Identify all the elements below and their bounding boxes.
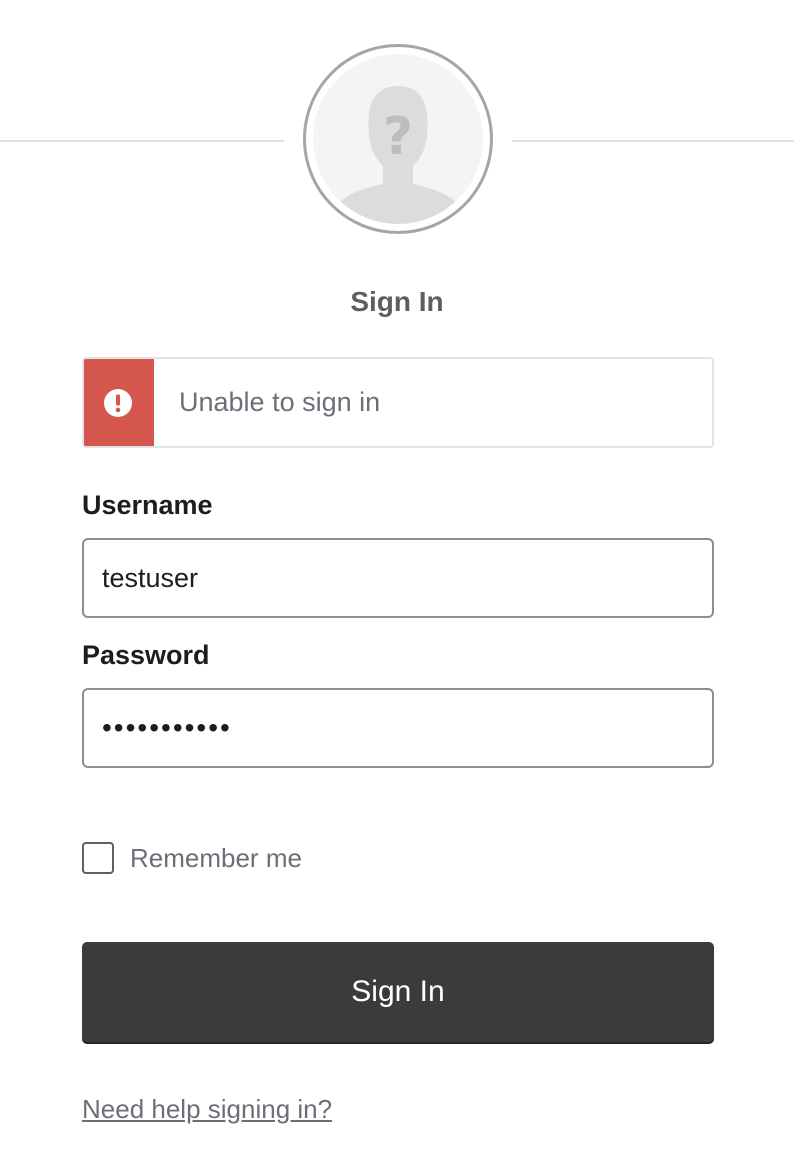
unknown-user-icon: ? xyxy=(323,86,473,224)
password-label: Password xyxy=(82,640,210,670)
remember-me[interactable]: Remember me xyxy=(82,842,302,874)
error-banner: Unable to sign in xyxy=(82,357,714,448)
help-link[interactable]: Need help signing in? xyxy=(82,1094,332,1125)
header-divider-right xyxy=(512,140,794,142)
svg-text:?: ? xyxy=(383,107,413,167)
password-input[interactable] xyxy=(82,688,714,768)
avatar: ? xyxy=(303,44,493,234)
header-divider-left xyxy=(0,140,284,142)
sign-in-button[interactable]: Sign In xyxy=(82,942,714,1042)
error-message: Unable to sign in xyxy=(179,387,381,417)
exclamation-circle-icon xyxy=(104,388,132,417)
username-input[interactable] xyxy=(82,538,714,618)
page-title: Sign In xyxy=(350,286,444,317)
remember-me-checkbox[interactable] xyxy=(82,842,114,874)
remember-me-label: Remember me xyxy=(130,842,302,873)
username-label: Username xyxy=(82,490,213,520)
